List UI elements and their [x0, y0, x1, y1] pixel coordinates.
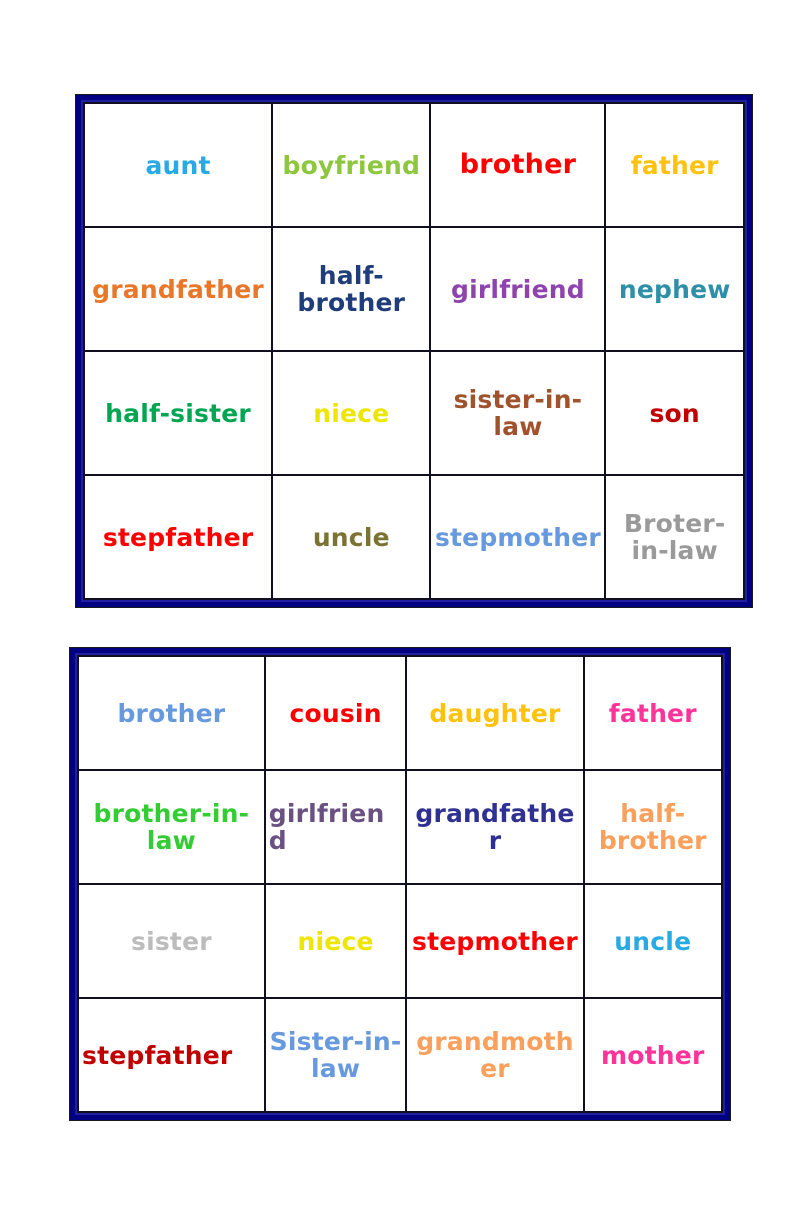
bingo-cell[interactable]: daughter: [405, 655, 585, 771]
bingo-cell-label: boyfriend: [282, 150, 421, 180]
bingo-row: stepfather Sister-in-law grandmother mother: [77, 997, 724, 1113]
bingo-cell[interactable]: sister-in-law: [429, 350, 607, 476]
bingo-cell-label: nephew: [618, 274, 731, 304]
bingo-cell[interactable]: son: [604, 350, 745, 476]
bingo-cell[interactable]: Broter-in-law: [604, 474, 745, 600]
bingo-cell[interactable]: stepmother: [429, 474, 607, 600]
bingo-cell-label: mother: [601, 1040, 705, 1070]
bingo-cell[interactable]: half-sister: [82, 350, 274, 476]
bingo-cell[interactable]: sister: [77, 883, 266, 999]
bingo-cell-label: Sister-in-law: [269, 1027, 402, 1083]
bingo-cell[interactable]: stepfather: [77, 997, 266, 1113]
bingo-cell-label: half-sister: [105, 398, 251, 428]
bingo-cell-label: half-brother: [297, 261, 406, 317]
bingo-cell-label: girlfriend: [268, 799, 385, 855]
bingo-grid-2: brother cousin daughter father brother-in-la…: [77, 655, 724, 1113]
bingo-cell-label: stepmother: [411, 926, 578, 956]
bingo-cell[interactable]: uncle: [271, 474, 432, 600]
bingo-cell[interactable]: brother: [429, 102, 607, 228]
bingo-cell-label: grandfather: [415, 799, 575, 855]
bingo-cell-label: brother-in-law: [93, 799, 250, 855]
bingo-cell-label: stepmother: [434, 522, 601, 552]
bingo-cell-label: Broter-in-law: [623, 509, 726, 565]
bingo-grid-1: aunt boyfriend brother father grandfather hal…: [82, 102, 745, 600]
bingo-cell-label: daughter: [429, 698, 561, 728]
bingo-cell[interactable]: father: [604, 102, 745, 228]
bingo-cell[interactable]: brother-in-law: [77, 769, 266, 885]
bingo-cell-label: father: [608, 698, 697, 728]
bingo-cell-label: grandmother: [416, 1027, 574, 1083]
bingo-cell[interactable]: Sister-in-law: [263, 997, 408, 1113]
bingo-cell-label: half-brother: [598, 799, 707, 855]
bingo-cell[interactable]: nephew: [604, 226, 745, 352]
bingo-cell-label: girlfriend: [451, 274, 585, 304]
bingo-row: grandfather half-brother girlfriend nephew: [82, 226, 745, 352]
bingo-card-1-inner-frame: aunt boyfriend brother father grandfather hal…: [81, 100, 747, 602]
bingo-row: sister niece stepmother uncle: [77, 883, 724, 999]
bingo-cell[interactable]: half-brother: [582, 769, 724, 885]
bingo-cell-label: uncle: [614, 926, 692, 956]
worksheet-page: aunt boyfriend brother father grandfather hal…: [0, 0, 792, 1224]
bingo-cell-label: sister: [130, 926, 212, 956]
bingo-cell-label: sister-in-law: [453, 385, 583, 441]
bingo-row: half-sister niece sister-in-law son: [82, 350, 745, 476]
bingo-cell[interactable]: girlfriend: [429, 226, 607, 352]
bingo-cell[interactable]: stepfather: [82, 474, 274, 600]
bingo-cell[interactable]: grandmother: [405, 997, 585, 1113]
bingo-card-2: brother cousin daughter father brother-in-la…: [70, 648, 730, 1120]
bingo-cell-label: stepfather: [102, 522, 254, 552]
bingo-cell[interactable]: grandfather: [405, 769, 585, 885]
bingo-cell[interactable]: brother: [77, 655, 266, 771]
bingo-cell[interactable]: father: [582, 655, 724, 771]
bingo-row: brother cousin daughter father: [77, 655, 724, 771]
bingo-cell-label: father: [630, 150, 719, 180]
bingo-row: aunt boyfriend brother father: [82, 102, 745, 228]
bingo-cell-label: aunt: [145, 150, 211, 180]
bingo-cell-label: stepfather: [82, 1040, 233, 1070]
bingo-cell-label: grandfather: [92, 274, 264, 304]
bingo-cell[interactable]: girlfriend: [263, 769, 408, 885]
bingo-row: stepfather uncle stepmother Broter-in-law: [82, 474, 745, 600]
bingo-row: brother-in-law girlfriend grandfather half-…: [77, 769, 724, 885]
bingo-cell-label: brother: [459, 149, 577, 181]
bingo-cell-label: uncle: [312, 522, 390, 552]
bingo-cell[interactable]: aunt: [82, 102, 274, 228]
bingo-cell[interactable]: niece: [263, 883, 408, 999]
bingo-cell-label: cousin: [289, 698, 382, 728]
bingo-cell-label: brother: [117, 698, 226, 728]
bingo-cell[interactable]: grandfather: [82, 226, 274, 352]
bingo-cell[interactable]: stepmother: [405, 883, 585, 999]
bingo-cell[interactable]: boyfriend: [271, 102, 432, 228]
bingo-card-2-inner-frame: brother cousin daughter father brother-in-la…: [75, 653, 725, 1115]
bingo-card-1: aunt boyfriend brother father grandfather hal…: [76, 95, 752, 607]
bingo-grid-2-body: brother cousin daughter father brother-in-la…: [77, 655, 724, 1113]
bingo-cell[interactable]: mother: [582, 997, 724, 1113]
bingo-cell-label: niece: [313, 398, 390, 428]
bingo-cell-label: son: [649, 398, 700, 428]
bingo-cell[interactable]: niece: [271, 350, 432, 476]
bingo-cell[interactable]: uncle: [582, 883, 724, 999]
bingo-grid-1-body: aunt boyfriend brother father grandfather hal…: [82, 102, 745, 600]
bingo-cell-label: niece: [297, 926, 374, 956]
bingo-cell[interactable]: cousin: [263, 655, 408, 771]
bingo-cell[interactable]: half-brother: [271, 226, 432, 352]
